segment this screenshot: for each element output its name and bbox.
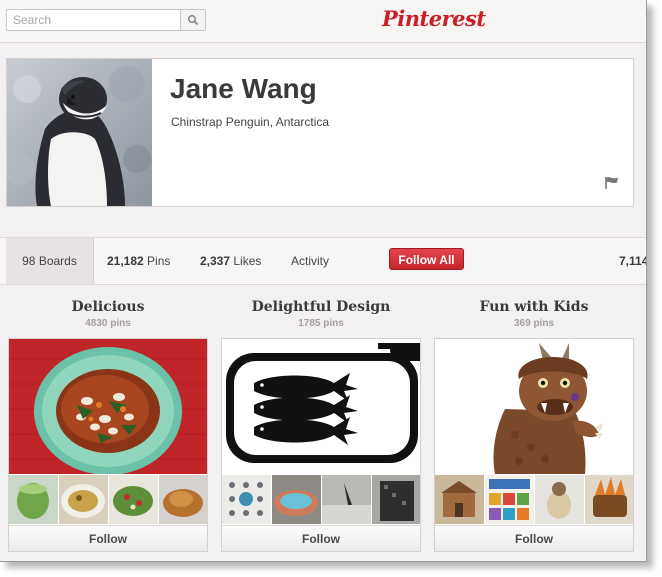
thumb-playhouse[interactable]: [435, 475, 484, 524]
search-icon: [187, 14, 199, 26]
thumb-craft-figure[interactable]: [535, 475, 584, 524]
board-pin-count: 1785 pins: [298, 318, 344, 329]
profile-card: Jane Wang Chinstrap Penguin, Antarctica: [6, 58, 634, 207]
flag-icon[interactable]: [604, 176, 620, 190]
board-card[interactable]: Follow: [434, 338, 634, 552]
board-thumbnails: [9, 475, 207, 524]
profile-name: Jane Wang: [170, 73, 317, 104]
thumb-pattern-art[interactable]: [222, 475, 271, 524]
top-header: Pinterest: [0, 0, 646, 43]
thumb-pasta-dish[interactable]: [59, 475, 108, 524]
search-box: [6, 9, 206, 31]
tab-activity[interactable]: Activity: [291, 238, 329, 284]
thumb-round-table[interactable]: [272, 475, 321, 524]
board-pin-count: 4830 pins: [85, 318, 131, 329]
thumb-turkey-cupcakes[interactable]: [585, 475, 633, 524]
board-thumbnails: [435, 475, 633, 524]
thumb-dark-building[interactable]: [372, 475, 420, 524]
profile-stats-bar: 98 Boards 21,182 Pins 2,337 Likes Activi…: [0, 237, 646, 285]
pinterest-logo[interactable]: Pinterest: [382, 6, 486, 31]
tab-pins[interactable]: 21,182 Pins: [107, 238, 170, 284]
avatar[interactable]: [7, 59, 152, 206]
tab-likes[interactable]: 2,337 Likes: [200, 238, 261, 284]
board-follow-button[interactable]: Follow: [222, 525, 420, 551]
board-title[interactable]: Delicious: [8, 299, 208, 315]
boards-label: Boards: [38, 254, 77, 268]
board-cover-soup-image[interactable]: [9, 339, 207, 474]
likes-label: Likes: [233, 254, 262, 268]
board-thumbnails: [222, 475, 420, 524]
search-button[interactable]: [180, 10, 205, 30]
board-follow-button[interactable]: Follow: [9, 525, 207, 551]
thumb-roast-chicken[interactable]: [159, 475, 207, 524]
thumb-bedtime-books[interactable]: [485, 475, 534, 524]
follow-all-button[interactable]: Follow All: [389, 248, 464, 270]
board-cover-sardine-tin-image[interactable]: [222, 339, 420, 474]
browser-frame: Pinterest: [0, 0, 647, 562]
thumb-green-smoothie[interactable]: [9, 475, 58, 524]
board-title[interactable]: Delightful Design: [221, 299, 421, 315]
thumb-salad[interactable]: [109, 475, 158, 524]
pins-count: 21,182: [107, 254, 144, 268]
board-cover-gruffalo-image[interactable]: [435, 339, 633, 474]
board-follow-button[interactable]: Follow: [435, 525, 633, 551]
board-card[interactable]: Follow: [221, 338, 421, 552]
profile-location: Chinstrap Penguin, Antarctica: [171, 115, 330, 129]
followers-count[interactable]: 7,114: [619, 238, 646, 284]
board-title[interactable]: Fun with Kids: [434, 299, 634, 315]
pins-label: Pins: [147, 254, 171, 268]
thumb-gallery-room[interactable]: [322, 475, 371, 524]
search-input[interactable]: [7, 10, 189, 30]
boards-count: 98: [22, 254, 36, 268]
board-card[interactable]: Follow: [8, 338, 208, 552]
likes-count: 2,337: [200, 254, 231, 268]
board-pin-count: 369 pins: [513, 318, 555, 329]
tab-boards[interactable]: 98 Boards: [6, 238, 94, 284]
